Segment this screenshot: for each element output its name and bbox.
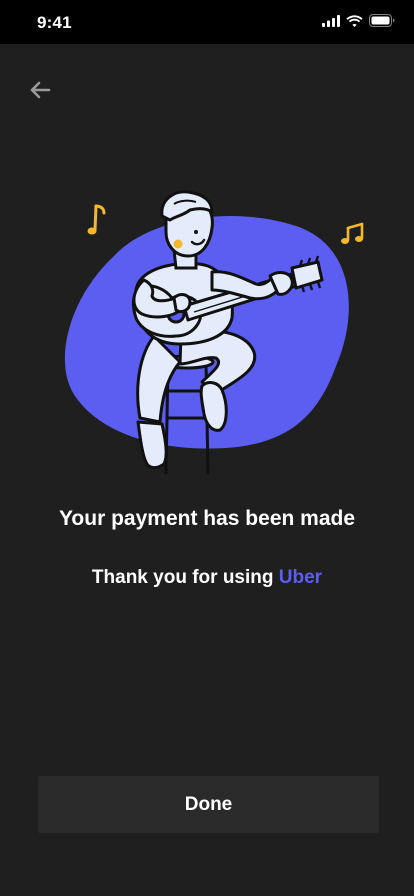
thank-you-message: Thank you for using Uber [0,567,414,589]
back-button[interactable] [24,74,56,106]
brand-name: Uber [278,567,323,588]
eye [194,230,198,234]
status-time: 9:41 [37,13,72,32]
battery-icon [369,14,395,27]
status-icons [322,14,396,27]
guitar-player-illustration [64,190,364,475]
cheek [173,239,183,249]
music-note-icon [87,204,106,235]
double-music-note-icon [341,222,364,244]
payment-confirmation-title: Your payment has been made [58,507,356,530]
arrow-left-icon [30,81,51,99]
status-bar: 9:41 [0,0,414,44]
done-button[interactable]: Done [38,776,379,833]
thank-you-text: Thank you for using [91,567,279,588]
signal-icon [322,14,340,27]
wifi-icon [346,14,363,27]
head [160,190,214,258]
